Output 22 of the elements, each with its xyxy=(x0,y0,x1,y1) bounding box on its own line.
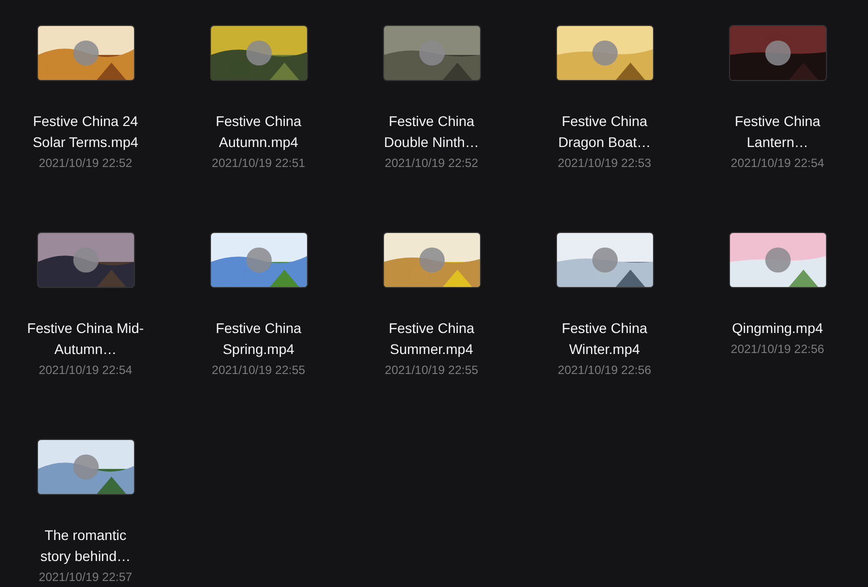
file-date: 2021/10/19 22:56 xyxy=(558,362,652,379)
file-date: 2021/10/19 22:52 xyxy=(384,155,478,172)
file-name: Festive China Spring.mp4 xyxy=(216,319,302,359)
file-date: 2021/10/19 22:56 xyxy=(730,341,824,358)
file-name: The romantic story behind… xyxy=(40,526,131,566)
file-date: 2021/10/19 22:54 xyxy=(38,362,132,379)
file-name: Qingming.mp4 xyxy=(732,319,824,338)
file-date: 2021/10/19 22:55 xyxy=(384,362,478,379)
file-name: Festive China Lantern… xyxy=(734,112,820,152)
file-date: 2021/10/19 22:54 xyxy=(730,155,824,172)
file-date: 2021/10/19 22:55 xyxy=(212,362,306,379)
file-name: Festive China Mid- Autumn… xyxy=(27,319,144,359)
file-name: Festive China Autumn.mp4 xyxy=(216,112,302,152)
file-date: 2021/10/19 22:51 xyxy=(212,155,306,172)
file-date: 2021/10/19 22:52 xyxy=(38,155,132,172)
file-date: 2021/10/19 22:53 xyxy=(558,155,652,172)
file-name: Festive China 24 Solar Terms.mp4 xyxy=(32,112,138,152)
file-name: Festive China Winter.mp4 xyxy=(562,319,648,359)
file-name: Festive China Summer.mp4 xyxy=(388,319,474,359)
file-name: Festive China Dragon Boat… xyxy=(558,112,651,152)
file-name: Festive China Double Ninth… xyxy=(384,112,479,152)
file-date: 2021/10/19 22:57 xyxy=(38,569,132,586)
